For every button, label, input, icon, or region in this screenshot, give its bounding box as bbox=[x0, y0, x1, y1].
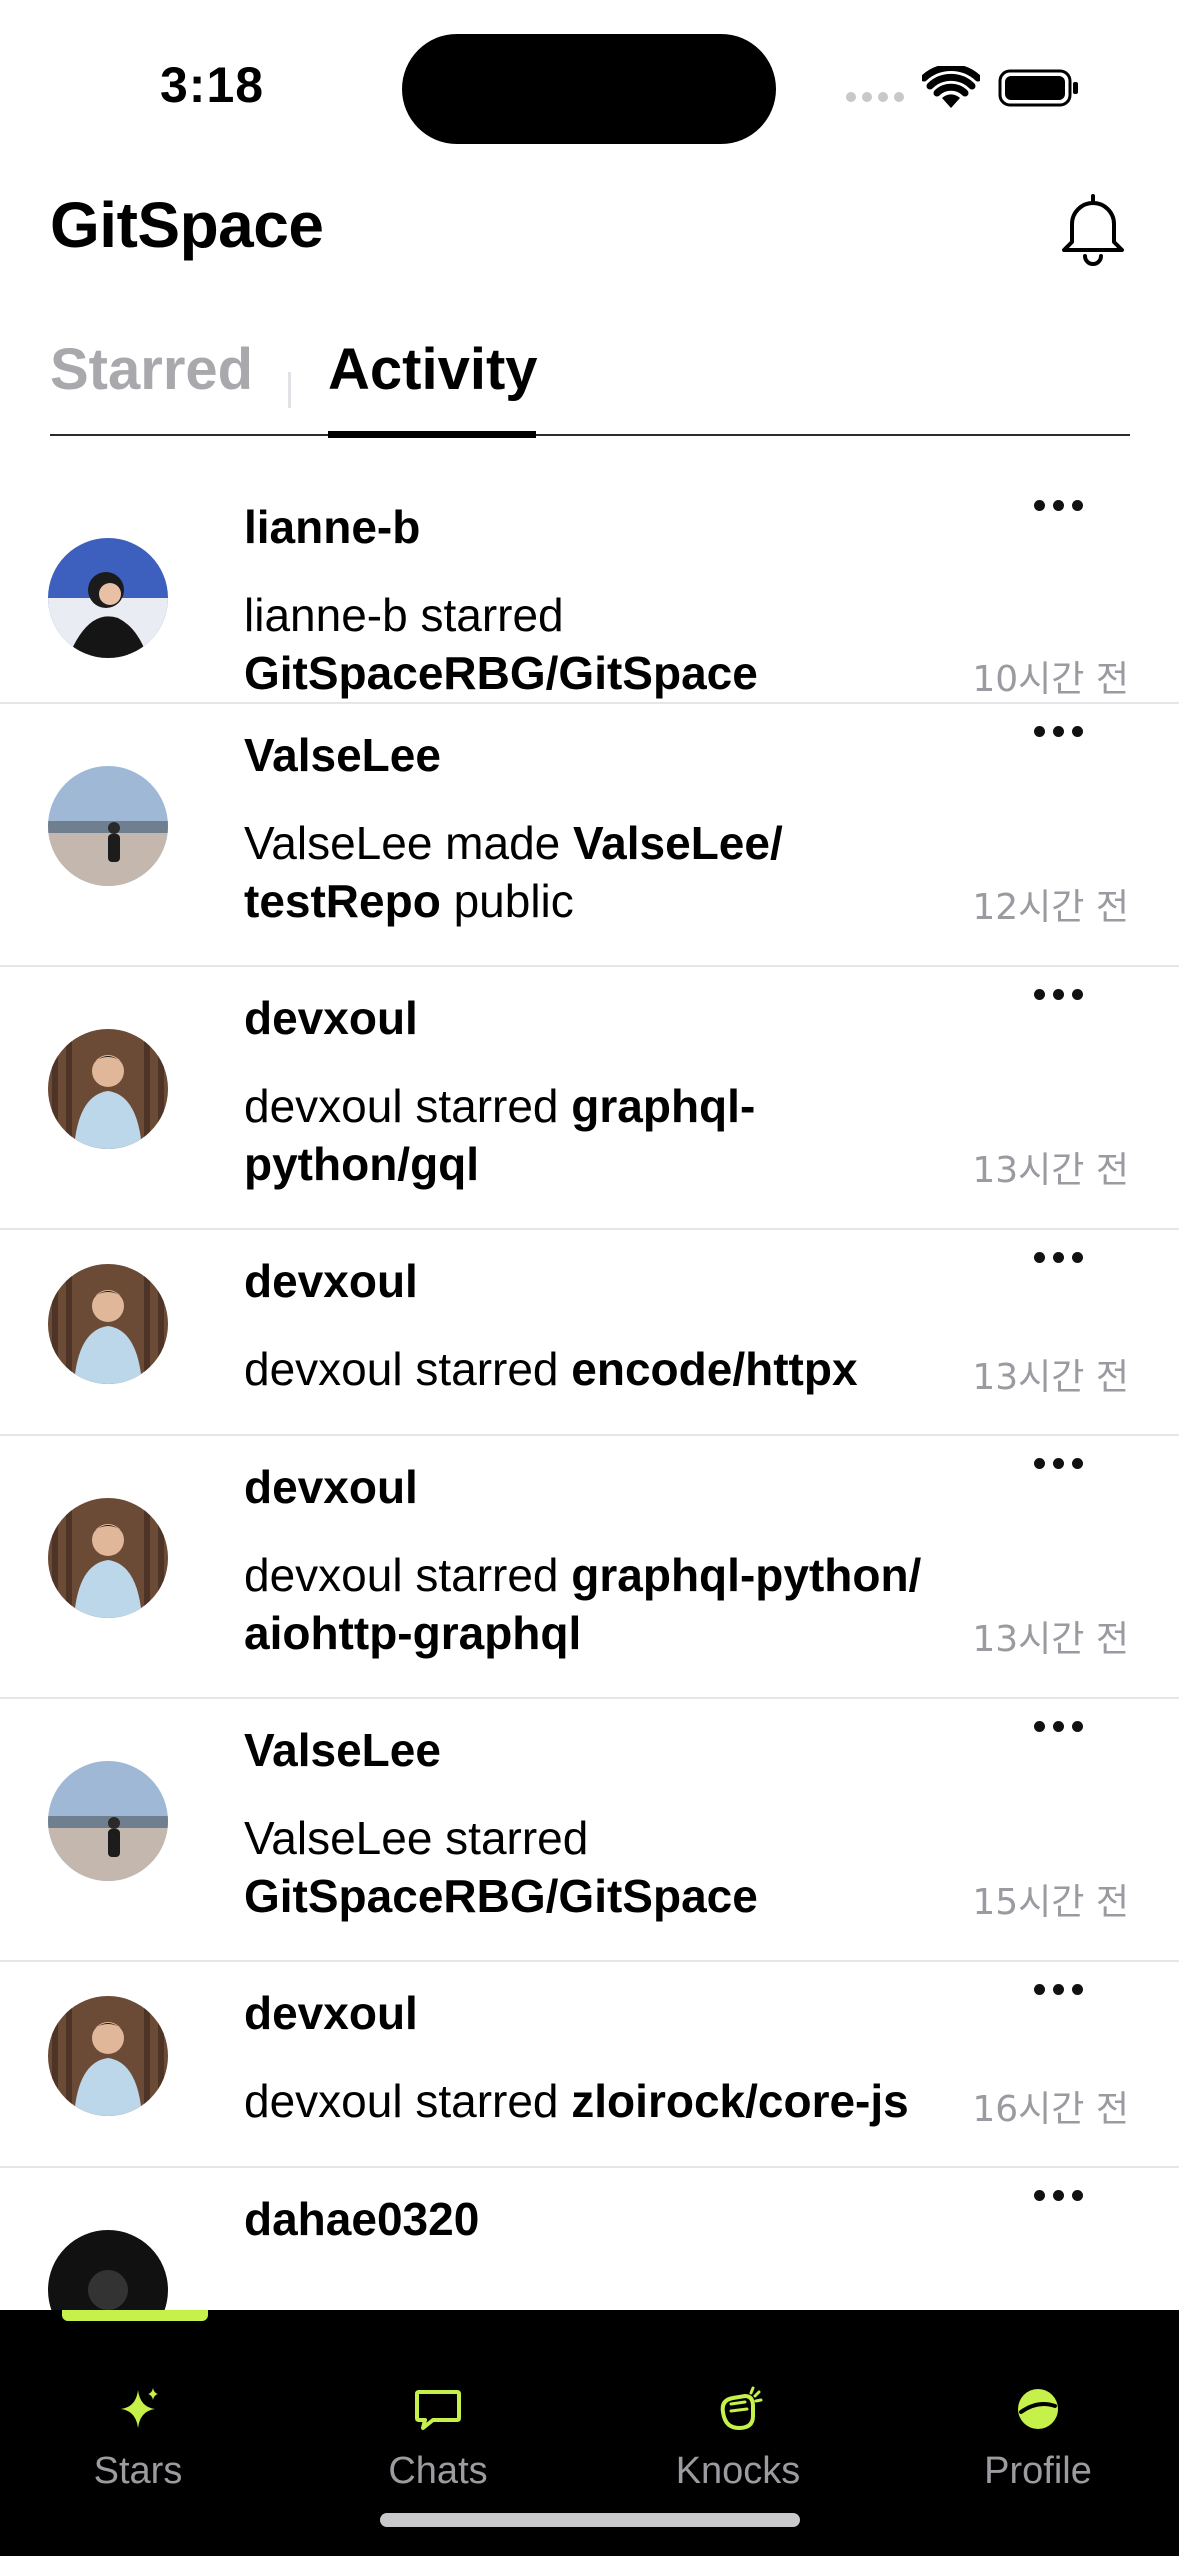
avatar[interactable] bbox=[48, 538, 168, 658]
activity-description: ValseLee starred GitSpaceRBG/GitSpace bbox=[244, 1812, 758, 1922]
username[interactable]: devxoul bbox=[244, 1254, 418, 1308]
segmented-tabs: Starred Activity bbox=[50, 336, 1130, 438]
more-options-icon[interactable] bbox=[1034, 1721, 1084, 1735]
avatar-photo-icon bbox=[48, 1029, 168, 1149]
timestamp: 10시간 전 bbox=[972, 659, 1129, 700]
timestamp: 13시간 전 bbox=[972, 1357, 1129, 1398]
avatar-photo-icon bbox=[48, 1498, 168, 1618]
avatar-photo-icon bbox=[48, 766, 168, 886]
more-options-icon[interactable] bbox=[1034, 1252, 1084, 1266]
avatar[interactable] bbox=[48, 766, 168, 886]
avatar-photo-icon bbox=[48, 1996, 168, 2116]
repo-link[interactable]: GitSpaceRBG/GitSpace bbox=[244, 647, 758, 699]
cellular-signal-icon bbox=[846, 92, 904, 104]
username[interactable]: lianne-b bbox=[244, 500, 420, 554]
avatar-photo-icon bbox=[48, 2230, 168, 2310]
wifi-icon bbox=[922, 66, 980, 108]
chat-bubble-icon bbox=[415, 2390, 461, 2430]
timestamp: 13시간 전 bbox=[972, 1619, 1129, 1660]
avatar[interactable] bbox=[48, 1498, 168, 1618]
username[interactable]: dahae0320 bbox=[244, 2192, 479, 2246]
more-options-icon[interactable] bbox=[1034, 1458, 1084, 1472]
knock-hand-icon bbox=[720, 2386, 763, 2431]
activity-description: devxoul starred zloirock/core-js bbox=[244, 2075, 909, 2127]
activity-row[interactable]: devxoul devxoul starred graphql-python/a… bbox=[0, 1436, 1179, 1699]
repo-link[interactable]: encode/httpx bbox=[571, 1343, 857, 1395]
tabbar-item-stars[interactable]: Stars bbox=[38, 2382, 238, 2493]
username[interactable]: devxoul bbox=[244, 1986, 418, 2040]
activity-row[interactable]: dahae0320 bbox=[0, 2168, 1179, 2310]
avatar[interactable] bbox=[48, 1996, 168, 2116]
timestamp: 12시간 전 bbox=[972, 887, 1129, 928]
activity-description: devxoul starred graphql-python/aiohttp-g… bbox=[244, 1549, 922, 1659]
home-indicator bbox=[380, 2513, 800, 2527]
tabbar-item-profile[interactable]: Profile bbox=[938, 2382, 1138, 2493]
more-options-icon[interactable] bbox=[1034, 726, 1084, 740]
activity-row[interactable]: ValseLee ValseLee made ValseLee/testRepo… bbox=[0, 704, 1179, 967]
avatar[interactable] bbox=[48, 2230, 168, 2310]
activity-feed[interactable]: lianne-b lianne-b starred GitSpaceRBG/Gi… bbox=[0, 440, 1179, 2310]
more-options-icon[interactable] bbox=[1034, 2190, 1084, 2204]
repo-link[interactable]: zloirock/core-js bbox=[571, 2075, 908, 2127]
more-options-icon[interactable] bbox=[1034, 989, 1084, 1003]
tabbar-item-knocks[interactable]: Knocks bbox=[638, 2382, 838, 2493]
activity-row[interactable]: ValseLee ValseLee starred GitSpaceRBG/Gi… bbox=[0, 1699, 1179, 1962]
sparkles-icon bbox=[121, 2388, 158, 2428]
tabbar-label: Stars bbox=[93, 2450, 183, 2492]
username[interactable]: devxoul bbox=[244, 991, 418, 1045]
repo-link[interactable]: GitSpaceRBG/GitSpace bbox=[244, 1870, 758, 1922]
avatar[interactable] bbox=[48, 1761, 168, 1881]
username[interactable]: devxoul bbox=[244, 1460, 418, 1514]
avatar-photo-icon bbox=[48, 1761, 168, 1881]
status-time: 3:18 bbox=[160, 57, 265, 113]
timestamp: 15시간 전 bbox=[972, 1882, 1129, 1923]
planet-icon bbox=[1018, 2389, 1058, 2429]
tabbar-label: Knocks bbox=[675, 2450, 801, 2492]
active-tab-indicator bbox=[328, 431, 536, 438]
activity-description: lianne-b starred GitSpaceRBG/GitSpace bbox=[244, 589, 758, 699]
avatar[interactable] bbox=[48, 1029, 168, 1149]
timestamp: 16시간 전 bbox=[972, 2089, 1129, 2130]
battery-icon bbox=[998, 69, 1078, 107]
activity-row[interactable]: lianne-b lianne-b starred GitSpaceRBG/Gi… bbox=[0, 440, 1179, 704]
activity-description: ValseLee made ValseLee/testRepo public bbox=[244, 817, 783, 927]
avatar-photo-icon bbox=[48, 538, 168, 658]
username[interactable]: ValseLee bbox=[244, 728, 441, 782]
avatar-photo-icon bbox=[48, 1264, 168, 1384]
activity-description: devxoul starred encode/httpx bbox=[244, 1343, 858, 1395]
more-options-icon[interactable] bbox=[1034, 1984, 1084, 1998]
activity-description: devxoul starred graphql-python/gql bbox=[244, 1080, 756, 1190]
tab-activity[interactable]: Activity bbox=[328, 336, 538, 436]
tab-separator bbox=[288, 372, 291, 408]
bell-icon[interactable] bbox=[1056, 190, 1130, 268]
activity-row[interactable]: devxoul devxoul starred zloirock/core-js… bbox=[0, 1962, 1179, 2168]
tabbar-label: Chats bbox=[388, 2450, 488, 2492]
timestamp: 13시간 전 bbox=[972, 1150, 1129, 1191]
tabbar-active-indicator bbox=[62, 2310, 208, 2321]
avatar[interactable] bbox=[48, 1264, 168, 1384]
activity-row[interactable]: devxoul devxoul starred graphql-python/g… bbox=[0, 967, 1179, 1230]
app-title: GitSpace bbox=[50, 189, 324, 261]
more-options-icon[interactable] bbox=[1034, 500, 1084, 514]
tabbar-item-chats[interactable]: Chats bbox=[338, 2382, 538, 2493]
status-bar: 3:18 bbox=[0, 0, 1179, 160]
tabbar-label: Profile bbox=[984, 2450, 1092, 2492]
username[interactable]: ValseLee bbox=[244, 1723, 441, 1777]
tab-starred[interactable]: Starred bbox=[50, 336, 253, 436]
dynamic-island bbox=[402, 34, 776, 144]
activity-row[interactable]: devxoul devxoul starred encode/httpx 13시… bbox=[0, 1230, 1179, 1436]
